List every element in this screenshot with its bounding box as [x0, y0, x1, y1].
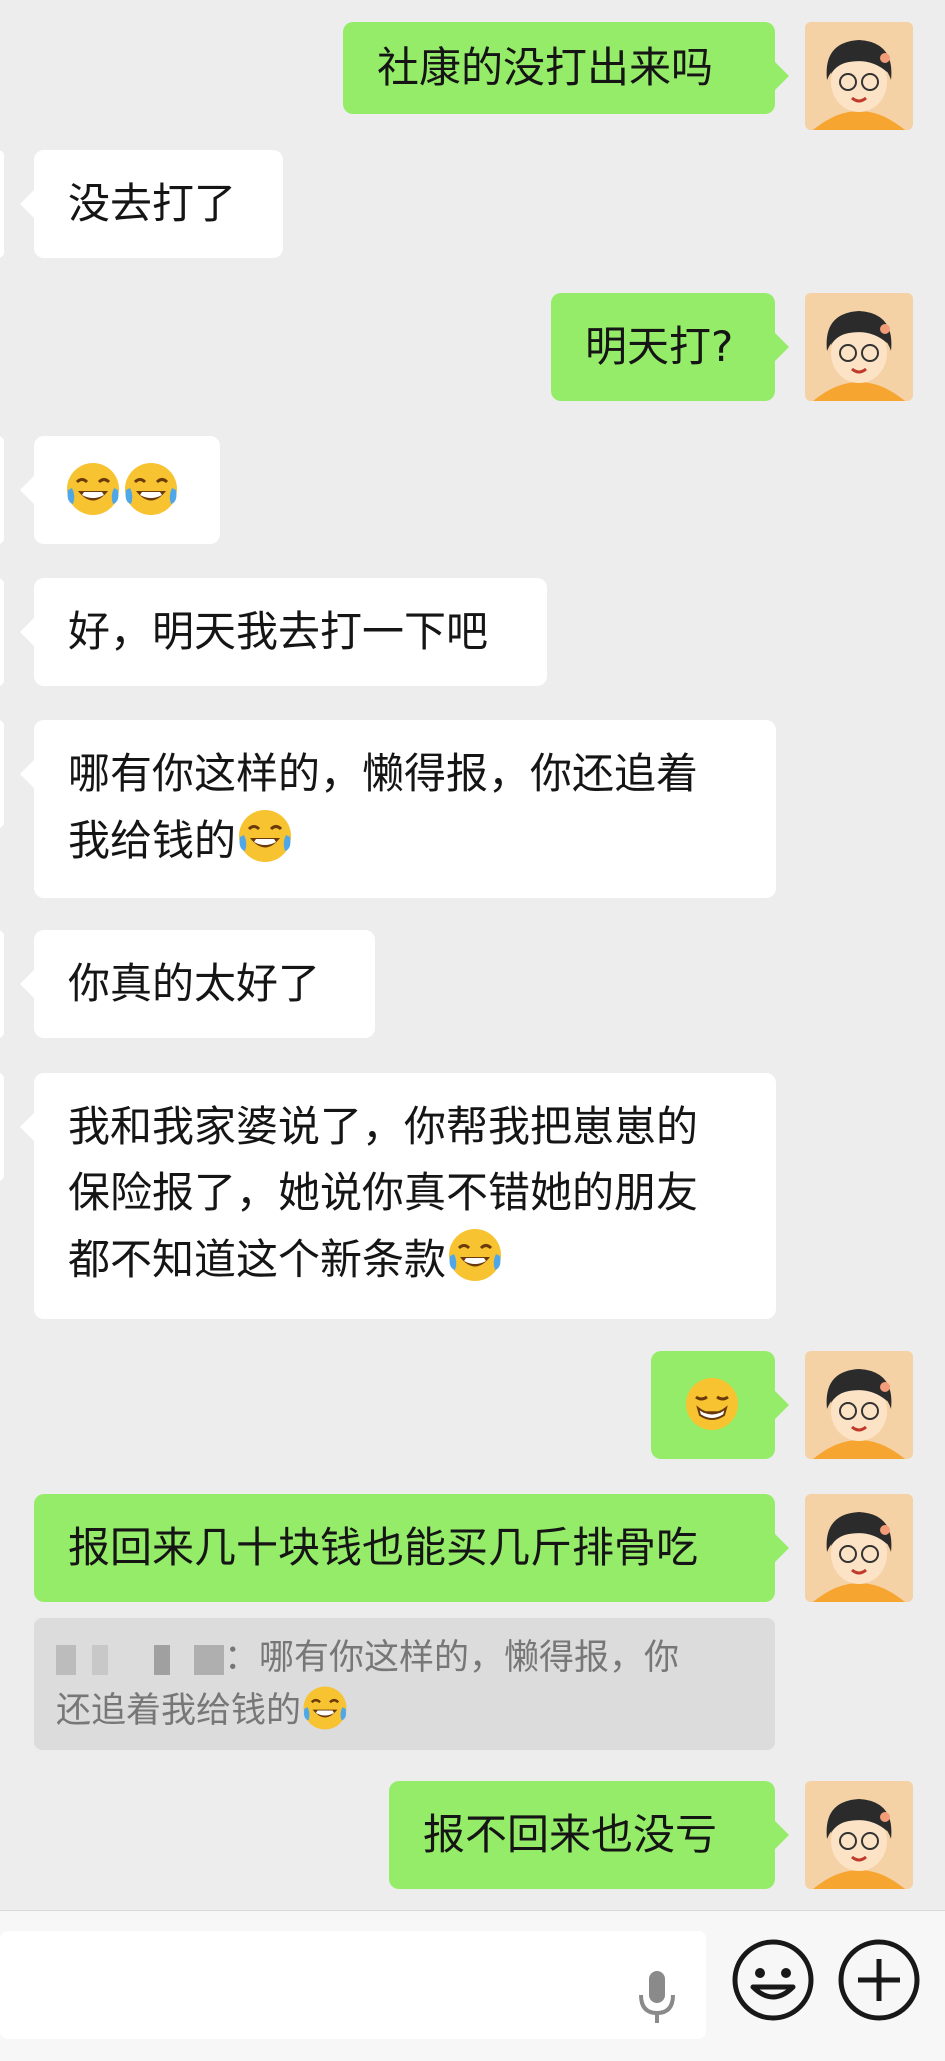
girl-avatar-icon — [805, 1781, 913, 1889]
laughing-tears-icon — [301, 1684, 349, 1732]
message-text: 你真的太好了 — [68, 959, 321, 1008]
message-text: 好，明天我去打一下吧 — [68, 607, 489, 656]
contact-avatar[interactable] — [0, 578, 4, 686]
message-text: 没去打了 — [68, 179, 237, 228]
grin-smirk-icon — [683, 1375, 741, 1433]
contact-avatar[interactable] — [0, 150, 4, 258]
message-line: 我给钱的 — [68, 816, 237, 865]
quoted-message[interactable]: ：哪有你这样的，懒得报，你 还追着我给钱的 — [34, 1618, 775, 1750]
contact-avatar[interactable] — [0, 436, 4, 544]
emoji-button[interactable] — [728, 1935, 818, 2025]
quote-text: 还追着我给钱的 — [56, 1691, 302, 1731]
quote-line-2: 还追着我给钱的 — [56, 1684, 753, 1737]
avatar[interactable] — [805, 1781, 913, 1889]
message-text: 报回来几十块钱也能买几斤排骨吃 — [68, 1523, 699, 1572]
message-input[interactable] — [0, 1931, 706, 2039]
message-text: 社康的没打出来吗 — [377, 43, 714, 92]
outgoing-message[interactable]: 明天打? — [551, 293, 789, 401]
outgoing-message[interactable]: 社康的没打出来吗 — [343, 22, 789, 114]
message-text: 报不回来也没亏 — [423, 1810, 718, 1859]
avatar[interactable] — [805, 1351, 913, 1459]
more-button[interactable] — [834, 1935, 924, 2025]
message-line: 我和我家婆说了，你帮我把崽崽的 — [68, 1102, 699, 1151]
laughing-tears-icon — [236, 807, 294, 865]
laughing-tears-icon — [446, 1226, 504, 1284]
plus-circle-icon — [838, 1939, 920, 2021]
girl-avatar-icon — [805, 1351, 913, 1459]
contact-avatar[interactable] — [0, 720, 4, 828]
incoming-message[interactable]: 我和我家婆说了，你帮我把崽崽的 保险报了，她说你真不错她的朋友 都不知道这个新条… — [20, 1073, 776, 1319]
avatar[interactable] — [805, 1494, 913, 1602]
girl-avatar-icon — [805, 1494, 913, 1602]
quote-line-1: ：哪有你这样的，懒得报，你 — [56, 1632, 753, 1684]
incoming-message[interactable]: 好，明天我去打一下吧 — [20, 578, 547, 686]
message-text: 明天打? — [585, 322, 734, 371]
girl-avatar-icon — [805, 22, 913, 130]
avatar[interactable] — [805, 22, 913, 130]
chat-area[interactable]: 社康的没打出来吗 没去打了 明天打? 好，明天我去打一下吧 哪有你这样的，懒得报… — [0, 0, 945, 1910]
smiley-face-icon — [732, 1939, 814, 2021]
incoming-message[interactable] — [20, 436, 220, 544]
laughing-tears-icon — [122, 460, 180, 518]
message-line: 保险报了，她说你真不错她的朋友 — [68, 1168, 699, 1217]
avatar[interactable] — [805, 293, 913, 401]
outgoing-message[interactable]: 报不回来也没亏 — [389, 1781, 789, 1889]
quote-text: ：哪有你这样的，懒得报，你 — [224, 1638, 680, 1678]
outgoing-message[interactable]: 报回来几十块钱也能买几斤排骨吃 — [34, 1494, 789, 1602]
message-line-with-emoji: 我给钱的 — [68, 807, 742, 874]
message-line: 哪有你这样的，懒得报，你还追着 — [68, 749, 699, 798]
redacted-sender-name — [56, 1645, 224, 1675]
message-line: 都不知道这个新条款 — [68, 1235, 447, 1284]
incoming-message[interactable]: 哪有你这样的，懒得报，你还追着 我给钱的 — [20, 720, 776, 898]
outgoing-message[interactable] — [651, 1351, 789, 1459]
girl-avatar-icon — [805, 293, 913, 401]
incoming-message[interactable]: 没去打了 — [20, 150, 283, 258]
incoming-message[interactable]: 你真的太好了 — [20, 930, 375, 1038]
input-bar — [0, 1910, 945, 2061]
laughing-tears-icon — [64, 460, 122, 518]
contact-avatar[interactable] — [0, 930, 4, 1038]
microphone-icon[interactable] — [632, 1967, 682, 2027]
contact-avatar[interactable] — [0, 1073, 4, 1181]
message-line-with-emoji: 都不知道这个新条款 — [68, 1226, 742, 1293]
